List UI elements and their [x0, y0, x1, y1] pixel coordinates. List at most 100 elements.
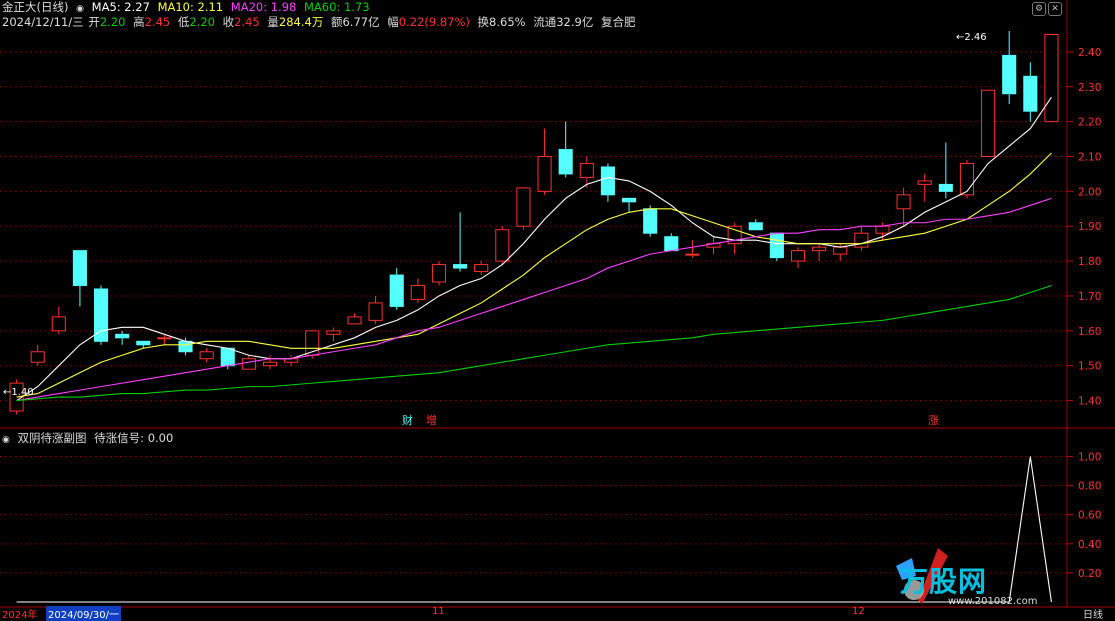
- candle-body: [136, 340, 151, 346]
- candle-body: [579, 162, 594, 178]
- candle: [326, 327, 341, 342]
- x-axis-month-12: 12: [852, 606, 865, 617]
- candle: [1002, 30, 1017, 105]
- toggle-icon[interactable]: ◉: [76, 4, 84, 14]
- y-tick-label: 1.90: [1078, 221, 1101, 233]
- moving-average-lines: [16, 96, 1052, 402]
- watermark-brand: 万股网: [900, 565, 988, 598]
- signal-axis-ticks: 1.00 0.80 0.60 0.40 0.20: [1067, 452, 1101, 580]
- candle: [262, 355, 278, 370]
- candle-body: [1023, 75, 1038, 112]
- candle: [115, 330, 130, 345]
- candle: [51, 306, 66, 335]
- candle-body: [981, 89, 996, 157]
- period-selector[interactable]: 日线: [1083, 606, 1103, 621]
- y-tick-label: 2.10: [1078, 151, 1101, 163]
- candle-body: [769, 232, 784, 259]
- event-marker-zeng[interactable]: 增: [424, 414, 439, 428]
- low-value: 2.20: [189, 15, 215, 29]
- open-label: 开: [88, 15, 100, 29]
- candle-body: [875, 225, 890, 234]
- y-tick-label: 1.40: [1078, 396, 1101, 408]
- header-row-ma: 金正大(日线) ◉ MA5: 2.27 MA10: 2.11 MA20: 1.9…: [2, 0, 374, 15]
- high-label: 高: [133, 15, 145, 29]
- candle-body: [1002, 54, 1017, 95]
- candle: [600, 163, 615, 202]
- candle-body: [854, 232, 869, 248]
- candle-body: [600, 166, 615, 196]
- volume-value: 284.4万: [278, 15, 324, 29]
- candle: [30, 344, 45, 366]
- candle: [516, 187, 531, 230]
- candle-body: [621, 197, 637, 203]
- candle: [558, 121, 573, 178]
- candle: [431, 261, 447, 286]
- candle: [854, 226, 869, 251]
- y-tick-label: 1.70: [1078, 291, 1101, 303]
- event-marker-cai[interactable]: 财: [400, 414, 415, 428]
- candle: [347, 313, 362, 325]
- candle: [368, 295, 383, 324]
- low-price-marker: ←1.40: [3, 387, 34, 398]
- candle-body: [431, 264, 447, 283]
- close-value: 2.45: [234, 15, 260, 29]
- candle-body: [326, 330, 341, 335]
- sub-toggle-icon[interactable]: ◉: [2, 435, 10, 445]
- candle: [1044, 33, 1059, 123]
- signal-grid: [0, 456, 1067, 574]
- amount-label: 额: [330, 15, 343, 29]
- candle: [959, 159, 975, 199]
- candle-body: [178, 340, 193, 353]
- candle-body: [516, 187, 531, 227]
- candle: [537, 128, 552, 195]
- candle: [748, 219, 763, 231]
- candle-body: [453, 264, 468, 269]
- ma10-value: MA10: 2.11: [157, 0, 224, 14]
- candle-body: [389, 274, 404, 307]
- candle: [178, 337, 193, 356]
- candle-body: [938, 183, 953, 192]
- candle: [474, 261, 489, 276]
- candle: [706, 236, 721, 255]
- candle: [790, 247, 806, 269]
- candle: [93, 285, 109, 345]
- sub-y-tick-label: 0.20: [1078, 568, 1101, 580]
- candle-body: [917, 180, 932, 185]
- ma10-line: [16, 152, 1052, 398]
- open-value: 2.20: [99, 15, 126, 29]
- signal-polyline: [16, 456, 1052, 603]
- price-axis-ticks: 2.40 2.30 2.20 2.10 2.00 1.90 1.80 1.70 1.60 1.50…: [1067, 47, 1101, 408]
- ma60-value: MA60: 1.73: [304, 0, 370, 14]
- sub-panel-header: ◉ 双阴待涨副图 待涨信号: 0.00: [2, 430, 177, 446]
- ma5-value: MA5: 2.27: [91, 0, 150, 14]
- ma20-line: [16, 197, 1052, 402]
- candle: [410, 278, 425, 303]
- y-tick-label: 1.60: [1078, 326, 1101, 338]
- quote-date: 2024/12/11/三: [2, 15, 84, 29]
- x-axis-year: 2024年: [2, 610, 38, 621]
- x-axis-month-11: 11: [432, 606, 445, 617]
- y-tick-label: 1.50: [1078, 361, 1101, 373]
- candle-body: [495, 229, 510, 262]
- candle-body: [347, 316, 362, 325]
- candle-body: [748, 222, 763, 231]
- candle: [769, 232, 784, 262]
- close-icon[interactable]: ✕: [1048, 2, 1062, 16]
- candle: [453, 212, 468, 272]
- candle-body: [220, 347, 235, 367]
- event-marker-zhang[interactable]: 涨: [926, 414, 941, 428]
- close-label: 收: [222, 15, 235, 29]
- candle-body: [72, 250, 87, 287]
- candle-body: [30, 351, 45, 363]
- candle-body: [241, 358, 256, 370]
- y-tick-label: 2.00: [1078, 186, 1101, 198]
- candle: [917, 173, 932, 202]
- settings-gear-icon[interactable]: ⚙: [1032, 2, 1046, 16]
- sub-y-tick-label: 0.80: [1078, 481, 1101, 493]
- candle: [199, 348, 214, 363]
- price-grid: [0, 51, 1067, 402]
- change-value: 0.22(9.87%): [398, 15, 470, 29]
- candle-body: [643, 208, 658, 234]
- candle: [72, 250, 87, 307]
- stock-name: 金正大(日线): [2, 0, 69, 14]
